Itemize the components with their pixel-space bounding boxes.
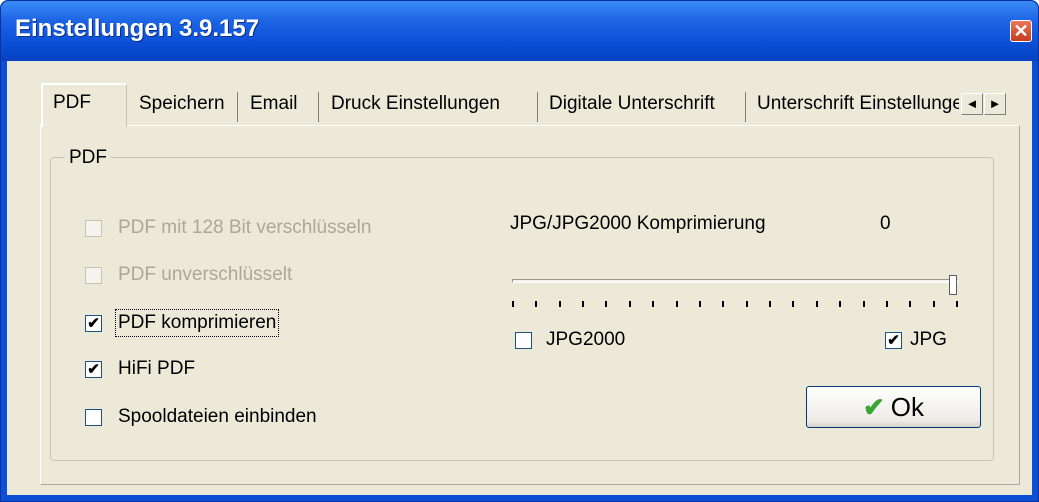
checkbox-label: PDF mit 128 Bit verschlüsseln	[118, 217, 372, 238]
slider-tick	[909, 301, 912, 307]
slider-tick	[582, 301, 585, 307]
checkbox-label: PDF komprimieren	[114, 309, 280, 337]
checkbox-label: JPG	[910, 329, 947, 350]
option-encrypt-128[interactable]: PDF mit 128 Bit verschlüsseln	[85, 216, 371, 240]
checkbox-label: PDF unverschlüsselt	[118, 264, 293, 285]
checkbox[interactable]	[85, 219, 102, 237]
option-jpg[interactable]: ✔ JPG	[885, 328, 947, 352]
slider-tick	[722, 301, 725, 307]
slider-tick	[628, 301, 631, 307]
tab-separator	[537, 92, 538, 122]
tab-speichern[interactable]: Speichern	[139, 86, 225, 122]
checkbox[interactable]: ✔	[85, 314, 102, 332]
close-button[interactable]: ✕	[1010, 20, 1032, 42]
slider-tick	[932, 301, 935, 307]
slider-tick	[605, 301, 608, 307]
checkmark-icon: ✔	[862, 391, 885, 422]
checkbox[interactable]	[85, 266, 102, 284]
tab-scroll-left-button[interactable]: ◄	[961, 93, 983, 115]
option-jpg2000[interactable]: JPG2000	[515, 328, 625, 352]
tab-pdf[interactable]: PDF	[41, 83, 127, 127]
slider-ticks	[512, 301, 958, 309]
tab-unterschrift-einstellungen[interactable]: Unterschrift Einstellungen	[757, 86, 959, 122]
compression-slider-track[interactable]	[512, 279, 958, 283]
slider-tick	[815, 301, 818, 307]
slider-tick	[745, 301, 748, 307]
option-spool-files[interactable]: Spooldateien einbinden	[85, 405, 317, 429]
slider-tick	[652, 301, 655, 307]
checkbox[interactable]	[515, 331, 532, 349]
groupbox-label: PDF	[65, 147, 111, 169]
tab-separator	[745, 92, 746, 122]
checkbox[interactable]: ✔	[885, 331, 902, 349]
tab-digitale-unterschrift[interactable]: Digitale Unterschrift	[549, 86, 715, 122]
checkbox[interactable]	[85, 408, 102, 426]
slider-tick	[839, 301, 842, 307]
tab-druck-einstellungen[interactable]: Druck Einstellungen	[331, 86, 500, 122]
slider-tick	[956, 301, 958, 307]
slider-tick	[675, 301, 678, 307]
settings-window: Einstellungen 3.9.157 ✕ PDF Speichern Em…	[0, 0, 1039, 502]
slider-tick	[535, 301, 538, 307]
slider-tick	[769, 301, 772, 307]
tab-separator	[237, 92, 238, 122]
slider-tick	[512, 301, 514, 307]
option-compress[interactable]: ✔ PDF komprimieren	[85, 309, 280, 337]
option-hifi[interactable]: ✔ HiFi PDF	[85, 357, 195, 381]
slider-tick	[862, 301, 865, 307]
compression-value: 0	[880, 213, 891, 234]
checkbox-label: Spooldateien einbinden	[118, 406, 317, 427]
window-title: Einstellungen 3.9.157	[15, 15, 260, 42]
slider-tick	[792, 301, 795, 307]
ok-button[interactable]: ✔ Ok	[806, 386, 981, 428]
slider-tick	[558, 301, 561, 307]
tab-email[interactable]: Email	[250, 86, 298, 122]
dialog-body: PDF Speichern Email Druck Einstellungen …	[7, 61, 1032, 495]
checkbox-label: HiFi PDF	[118, 358, 196, 379]
tab-separator	[318, 92, 319, 122]
compression-label: JPG/JPG2000 Komprimierung	[510, 213, 766, 234]
title-bar[interactable]: Einstellungen 3.9.157 ✕	[1, 1, 1038, 61]
checkbox[interactable]: ✔	[85, 360, 102, 378]
ok-button-label: Ok	[890, 391, 925, 422]
checkbox-label: JPG2000	[546, 329, 626, 350]
compression-slider-thumb[interactable]	[949, 275, 957, 295]
tab-scroll-right-button[interactable]: ►	[984, 93, 1006, 115]
slider-tick	[885, 301, 888, 307]
option-unencrypted[interactable]: PDF unverschlüsselt	[85, 263, 292, 287]
slider-tick	[698, 301, 701, 307]
